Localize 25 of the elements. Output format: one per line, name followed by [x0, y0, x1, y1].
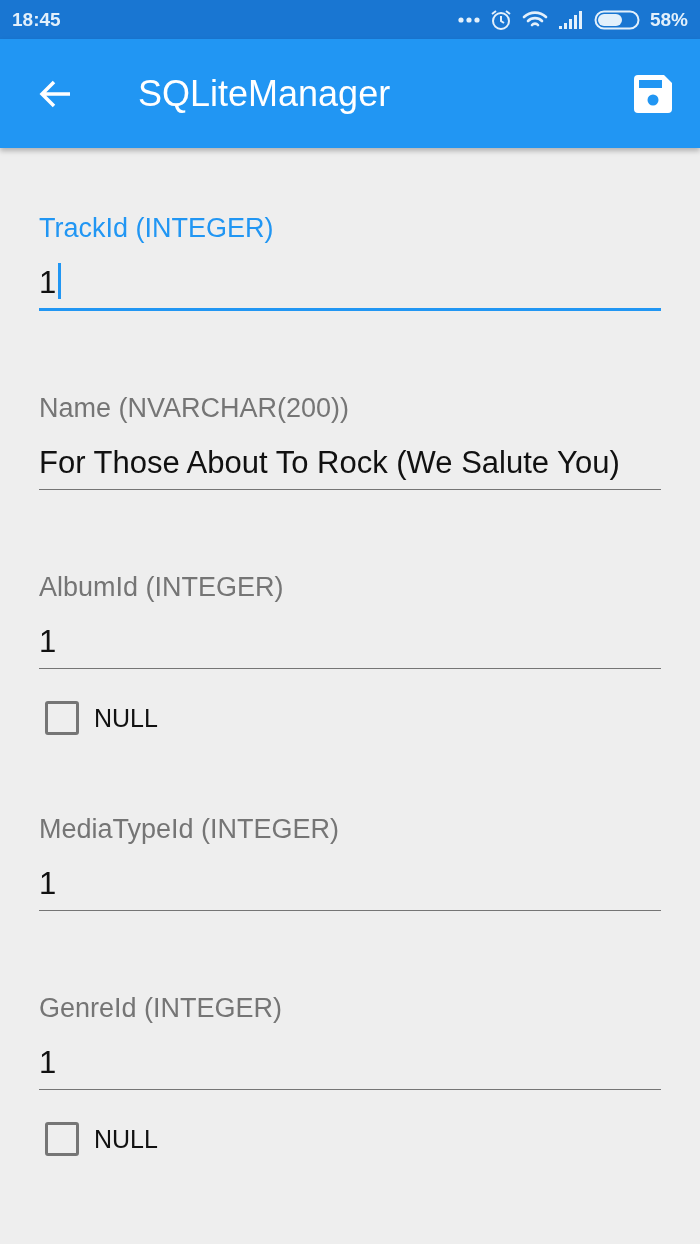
checkbox-label: NULL: [94, 703, 158, 733]
back-button[interactable]: [38, 78, 72, 109]
back-arrow-icon: [38, 78, 72, 109]
text-field[interactable]: 1: [39, 263, 661, 311]
clock-time: 18:45: [12, 8, 61, 31]
save-button[interactable]: [634, 74, 672, 113]
more-icon: [457, 16, 480, 23]
text-field[interactable]: For Those About To Rock (We Salute You): [39, 443, 661, 490]
battery-percent: 58%: [649, 8, 688, 31]
field-label: AlbumId (INTEGER): [39, 571, 285, 604]
field-label: MediaTypeId (INTEGER): [39, 813, 341, 846]
text-field[interactable]: 1: [39, 1043, 661, 1090]
field-label: GenreId (INTEGER): [39, 992, 284, 1025]
text-field[interactable]: 1: [39, 864, 661, 911]
text-cursor: [58, 263, 61, 299]
null-checkbox[interactable]: [45, 1122, 79, 1156]
alarm-icon: [489, 8, 512, 31]
signal-icon: [557, 9, 584, 30]
checkbox-label: NULL: [94, 1124, 158, 1154]
field-label: Name (NVARCHAR(200)): [39, 392, 351, 425]
null-checkbox[interactable]: [45, 701, 79, 735]
field-label: TrackId (INTEGER): [39, 212, 275, 245]
text-field[interactable]: 1: [39, 622, 661, 669]
app-title: SQLiteManager: [138, 72, 392, 115]
battery-icon: [593, 9, 640, 30]
